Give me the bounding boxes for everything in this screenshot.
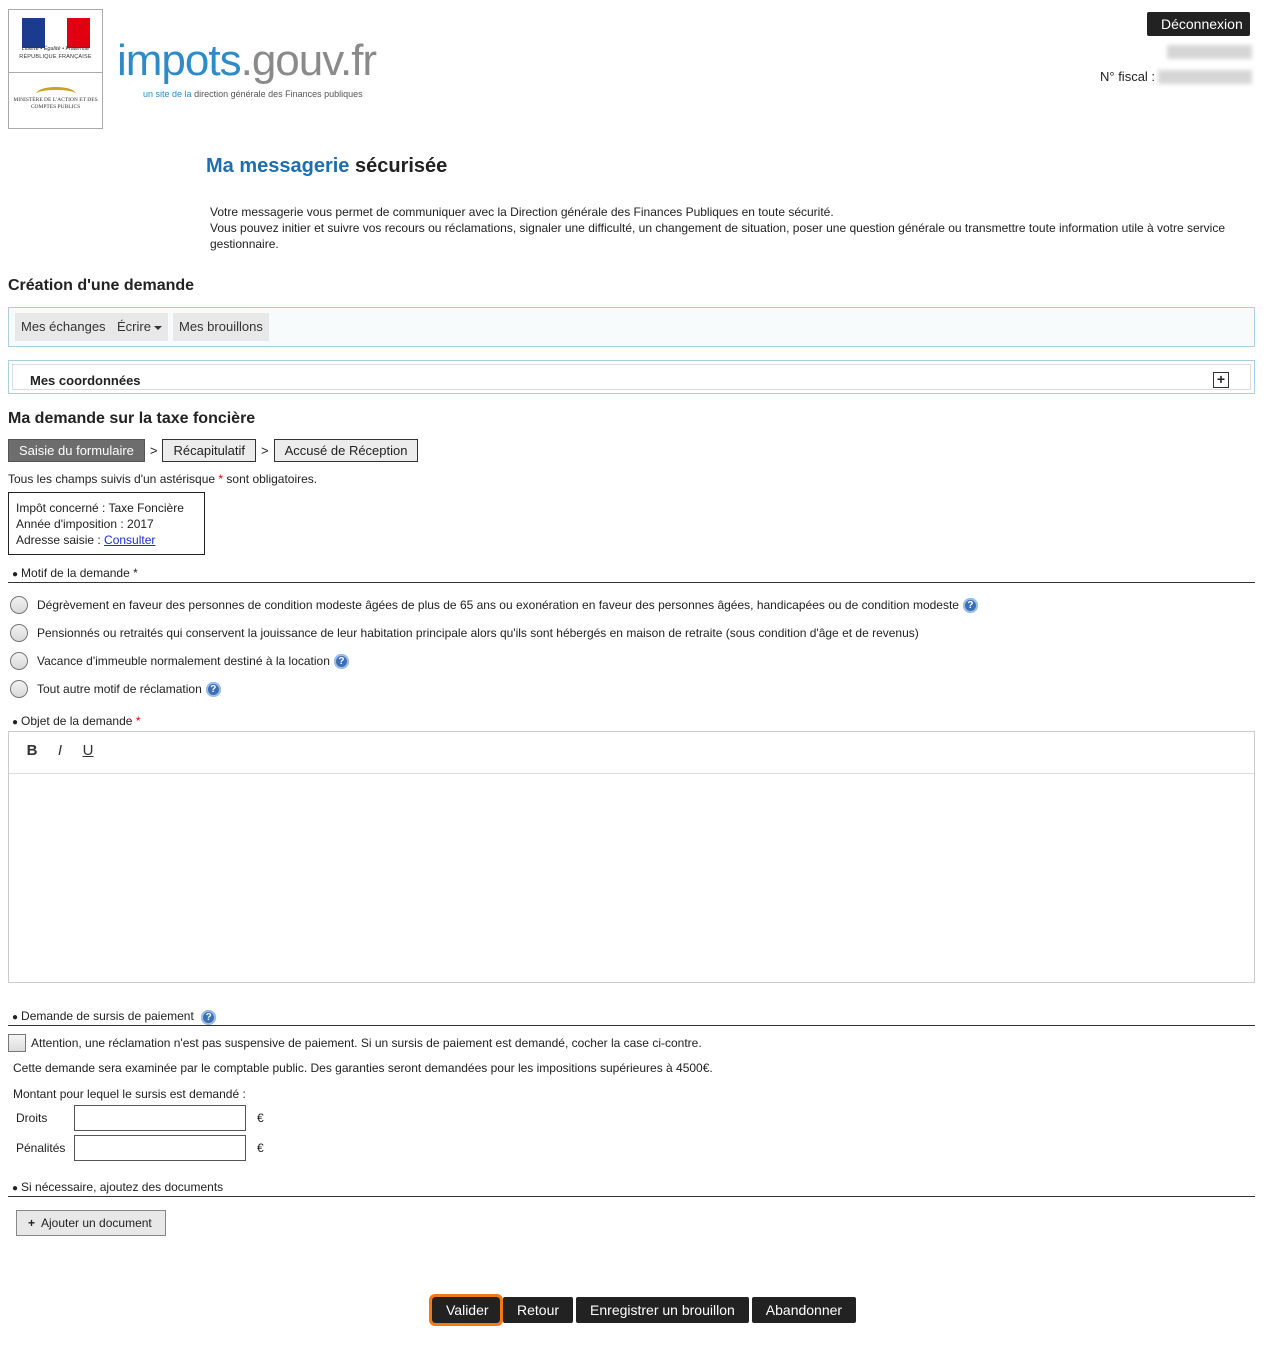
- underline-icon[interactable]: U: [78, 742, 98, 759]
- motif-option-degrevement[interactable]: Dégrèvement en faveur des personnes de c…: [10, 595, 978, 615]
- coordonnees-label: Mes coordonnées: [30, 373, 141, 388]
- annee-imposition: Année d'imposition : 2017: [16, 517, 154, 531]
- progress-steps: Saisie du formulaire > Récapitulatif > A…: [8, 439, 419, 462]
- user-name-redacted: [1167, 45, 1252, 59]
- radio-button[interactable]: [10, 680, 28, 698]
- motif-option-autre[interactable]: Tout autre motif de réclamation ?: [10, 679, 221, 699]
- droits-input[interactable]: [74, 1105, 246, 1131]
- bold-icon[interactable]: B: [22, 742, 42, 759]
- impots-gouv-logo[interactable]: impots.gouv.fr: [117, 36, 377, 86]
- adresse-saisie: Adresse saisie : Consulter: [16, 533, 156, 547]
- demande-info-box: Impôt concerné : Taxe Foncière Année d'i…: [8, 492, 205, 555]
- penalites-label: Pénalités: [16, 1141, 66, 1155]
- gov-name: RÉPUBLIQUE FRANÇAISE: [19, 54, 92, 60]
- sursis-checkbox-label: Attention, une réclamation n'est pas sus…: [31, 1036, 702, 1050]
- radio-button[interactable]: [10, 652, 28, 670]
- step-accuse: Accusé de Réception: [273, 439, 419, 462]
- save-draft-button[interactable]: Enregistrer un brouillon: [576, 1297, 749, 1323]
- italic-icon[interactable]: I: [50, 742, 70, 759]
- valider-button[interactable]: Valider: [429, 1294, 503, 1326]
- droits-currency: €: [257, 1111, 264, 1125]
- caret-down-icon: [153, 325, 162, 330]
- nav-ecrire[interactable]: Écrire: [111, 313, 168, 341]
- step-separator: >: [149, 443, 158, 458]
- penalites-input[interactable]: [74, 1135, 246, 1161]
- demande-heading: Ma demande sur la taxe foncière: [8, 410, 256, 427]
- editor-toolbar: B I U: [9, 732, 1254, 774]
- add-document-button[interactable]: + Ajouter un document: [16, 1210, 166, 1236]
- page-title: Ma messagerie sécurisée: [206, 155, 448, 177]
- required-fields-note: Tous les champs suivis d'un astérisque *…: [8, 472, 318, 486]
- penalites-currency: €: [257, 1141, 264, 1155]
- objet-heading: ● Objet de la demande *: [12, 714, 141, 728]
- nav-mes-brouillons[interactable]: Mes brouillons: [173, 313, 269, 341]
- help-icon[interactable]: ?: [205, 681, 221, 697]
- plus-icon: +: [28, 1216, 36, 1230]
- site-tagline: un site de la direction générale des Fin…: [143, 89, 363, 99]
- form-actions: Valider Retour Enregistrer un brouillon …: [429, 1294, 857, 1326]
- impot-concerne: Impôt concerné : Taxe Foncière: [16, 501, 184, 515]
- intro-text: Votre messagerie vous permet de communiq…: [210, 205, 1226, 251]
- help-icon[interactable]: ?: [962, 597, 978, 613]
- help-icon[interactable]: ?: [333, 653, 349, 669]
- motif-option-pensionnes[interactable]: Pensionnés ou retraités qui conservent l…: [10, 623, 919, 643]
- objet-textarea[interactable]: [9, 774, 1254, 982]
- step-recapitulatif: Récapitulatif: [162, 439, 257, 462]
- sursis-heading: ● Demande de sursis de paiement ?: [8, 1008, 1255, 1026]
- motif-heading: ● Motif de la demande *: [8, 565, 1255, 583]
- consulter-link[interactable]: Consulter: [104, 533, 155, 547]
- radio-button[interactable]: [10, 624, 28, 642]
- logout-button[interactable]: Déconnexion: [1147, 12, 1250, 36]
- radio-button[interactable]: [10, 596, 28, 614]
- fiscal-number-redacted: [1158, 70, 1252, 84]
- sursis-note: Cette demande sera examinée par le compt…: [13, 1061, 713, 1075]
- abandonner-button[interactable]: Abandonner: [751, 1297, 857, 1323]
- flag-icon: [22, 18, 91, 48]
- documents-heading: ● Si nécessaire, ajoutez des documents: [8, 1179, 1255, 1197]
- nav-mes-echanges[interactable]: Mes échanges: [15, 313, 112, 341]
- republique-francaise-logo: Liberté • Égalité • Fraternité RÉPUBLIQU…: [8, 9, 103, 129]
- nav-ecrire-label: Écrire: [117, 319, 151, 334]
- coordonnees-panel[interactable]: Mes coordonnées +: [8, 360, 1255, 394]
- sursis-checkbox[interactable]: [8, 1034, 26, 1052]
- montant-label: Montant pour lequel le sursis est demand…: [13, 1087, 246, 1101]
- ministry-name: MINISTÈRE DE L'ACTION ET DES COMPTES PUB…: [13, 97, 98, 110]
- objet-editor: B I U: [8, 731, 1255, 983]
- fiscal-number-label: N° fiscal :: [1100, 69, 1156, 84]
- gov-devise: Liberté • Égalité • Fraternité: [21, 46, 90, 52]
- creation-heading: Création d'une demande: [8, 277, 195, 294]
- step-separator: >: [261, 443, 269, 458]
- help-icon[interactable]: ?: [201, 1010, 217, 1025]
- expand-plus-icon[interactable]: +: [1213, 372, 1229, 388]
- droits-label: Droits: [16, 1111, 48, 1125]
- step-saisie: Saisie du formulaire: [8, 439, 145, 462]
- motif-option-vacance[interactable]: Vacance d'immeuble normalement destiné à…: [10, 651, 349, 671]
- messagerie-nav: Mes échanges Écrire Mes brouillons: [8, 307, 1255, 347]
- retour-button[interactable]: Retour: [503, 1297, 574, 1323]
